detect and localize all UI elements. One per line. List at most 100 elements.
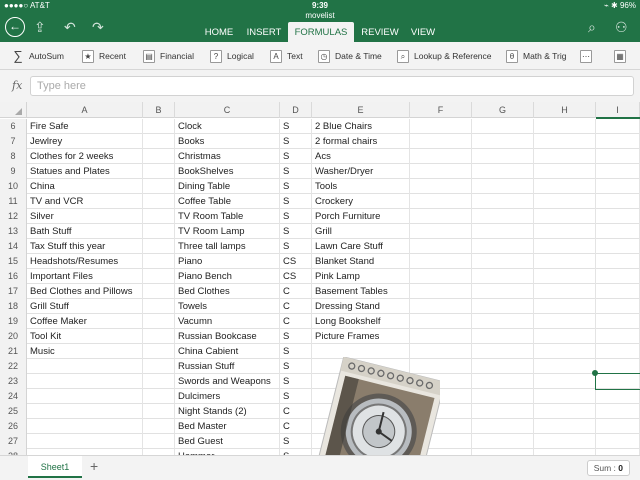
row-header[interactable]: 18 (0, 299, 27, 314)
lookup-reference-button[interactable]: ⌕ Lookup & Reference (397, 48, 492, 64)
tab-sheet1[interactable]: Sheet1 (28, 456, 82, 478)
cell-c[interactable]: Russian Bookcase (175, 329, 280, 344)
financial-button[interactable]: ▤ Financial (143, 48, 194, 64)
cell-a[interactable]: Bath Stuff (27, 224, 143, 239)
cell-f[interactable] (410, 299, 472, 314)
cell-b[interactable] (143, 374, 175, 389)
row-header[interactable]: 6 (0, 119, 27, 134)
cell-g[interactable] (472, 254, 534, 269)
cell-d[interactable]: S (280, 224, 312, 239)
cell-g[interactable] (472, 359, 534, 374)
pasted-photo-clock[interactable] (300, 357, 440, 455)
row-header[interactable]: 12 (0, 209, 27, 224)
row-header[interactable]: 20 (0, 329, 27, 344)
add-person-icon[interactable]: ⚇ (615, 19, 628, 36)
cell-a[interactable] (27, 419, 143, 434)
cell-d[interactable]: CS (280, 269, 312, 284)
cell-g[interactable] (472, 329, 534, 344)
cell-h[interactable] (534, 179, 596, 194)
math-trig-button[interactable]: θ Math & Trig (506, 48, 566, 64)
cell-a[interactable] (27, 359, 143, 374)
cell-c[interactable]: China Cabient (175, 344, 280, 359)
cell-i[interactable] (596, 179, 640, 194)
cell-f[interactable] (410, 149, 472, 164)
column-header-a[interactable]: A (27, 102, 143, 118)
cell-d[interactable]: C (280, 284, 312, 299)
cell-g[interactable] (472, 284, 534, 299)
redo-icon[interactable]: ↷ (92, 19, 104, 36)
row-header[interactable]: 27 (0, 434, 27, 449)
more-functions-button[interactable]: ⋯ (580, 48, 597, 64)
row-header[interactable]: 15 (0, 254, 27, 269)
cell-b[interactable] (143, 284, 175, 299)
cell-h[interactable] (534, 434, 596, 449)
cell-c[interactable]: Russian Stuff (175, 359, 280, 374)
cell-a[interactable]: Jewlrey (27, 134, 143, 149)
cell-f[interactable] (410, 269, 472, 284)
cell-a[interactable]: China (27, 179, 143, 194)
cell-h[interactable] (534, 269, 596, 284)
cell-i[interactable] (596, 224, 640, 239)
share-icon[interactable]: ⇪ (34, 19, 46, 36)
add-sheet-icon[interactable]: + (90, 458, 98, 474)
cell-i[interactable] (596, 434, 640, 449)
cell-a[interactable]: Coffee Maker (27, 314, 143, 329)
recent-button[interactable]: ★ Recent (82, 48, 126, 64)
cell-g[interactable] (472, 224, 534, 239)
cell-e[interactable]: Dressing Stand (312, 299, 410, 314)
cell-b[interactable] (143, 329, 175, 344)
cell-h[interactable] (534, 194, 596, 209)
cell-f[interactable] (410, 209, 472, 224)
row-header[interactable]: 8 (0, 149, 27, 164)
cell-g[interactable] (472, 389, 534, 404)
cell-a[interactable]: Clothes for 2 weeks (27, 149, 143, 164)
cell-g[interactable] (472, 269, 534, 284)
cell-b[interactable] (143, 419, 175, 434)
cell-g[interactable] (472, 119, 534, 134)
cell-d[interactable]: S (280, 239, 312, 254)
cell-h[interactable] (534, 254, 596, 269)
cell-g[interactable] (472, 314, 534, 329)
cell-c[interactable]: Swords and Weapons (175, 374, 280, 389)
cell-c[interactable]: Piano Bench (175, 269, 280, 284)
cell-i[interactable] (596, 164, 640, 179)
cell-f[interactable] (410, 164, 472, 179)
selected-cell-i23[interactable] (595, 373, 640, 390)
cell-e[interactable]: 2 Blue Chairs (312, 119, 410, 134)
cell-e[interactable]: 2 formal chairs (312, 134, 410, 149)
column-header-i[interactable]: I (596, 102, 640, 118)
cell-b[interactable] (143, 299, 175, 314)
cell-b[interactable] (143, 344, 175, 359)
cell-g[interactable] (472, 239, 534, 254)
row-header[interactable]: 7 (0, 134, 27, 149)
cell-b[interactable] (143, 209, 175, 224)
cell-i[interactable] (596, 134, 640, 149)
row-header[interactable]: 23 (0, 374, 27, 389)
cell-d[interactable]: S (280, 119, 312, 134)
row-header[interactable]: 14 (0, 239, 27, 254)
cell-c[interactable]: Night Stands (2) (175, 404, 280, 419)
cell-e[interactable]: Basement Tables (312, 284, 410, 299)
cell-d[interactable]: C (280, 299, 312, 314)
cell-i[interactable] (596, 209, 640, 224)
row-header[interactable]: 16 (0, 269, 27, 284)
cell-h[interactable] (534, 149, 596, 164)
cell-e[interactable]: Blanket Stand (312, 254, 410, 269)
formula-input[interactable]: Type here (30, 76, 634, 96)
tab-view[interactable]: VIEW (406, 22, 440, 42)
fx-icon[interactable]: fx (12, 79, 22, 92)
tab-review[interactable]: REVIEW (360, 22, 400, 42)
cell-a[interactable] (27, 389, 143, 404)
row-header[interactable]: 10 (0, 179, 27, 194)
cell-i[interactable] (596, 119, 640, 134)
row-header[interactable]: 21 (0, 344, 27, 359)
cell-h[interactable] (534, 389, 596, 404)
cell-i[interactable] (596, 314, 640, 329)
cell-c[interactable]: Bed Guest (175, 434, 280, 449)
cell-d[interactable]: S (280, 164, 312, 179)
column-header-e[interactable]: E (312, 102, 410, 118)
cell-a[interactable]: TV and VCR (27, 194, 143, 209)
cell-f[interactable] (410, 134, 472, 149)
cell-g[interactable] (472, 194, 534, 209)
select-all-corner[interactable] (0, 102, 27, 118)
